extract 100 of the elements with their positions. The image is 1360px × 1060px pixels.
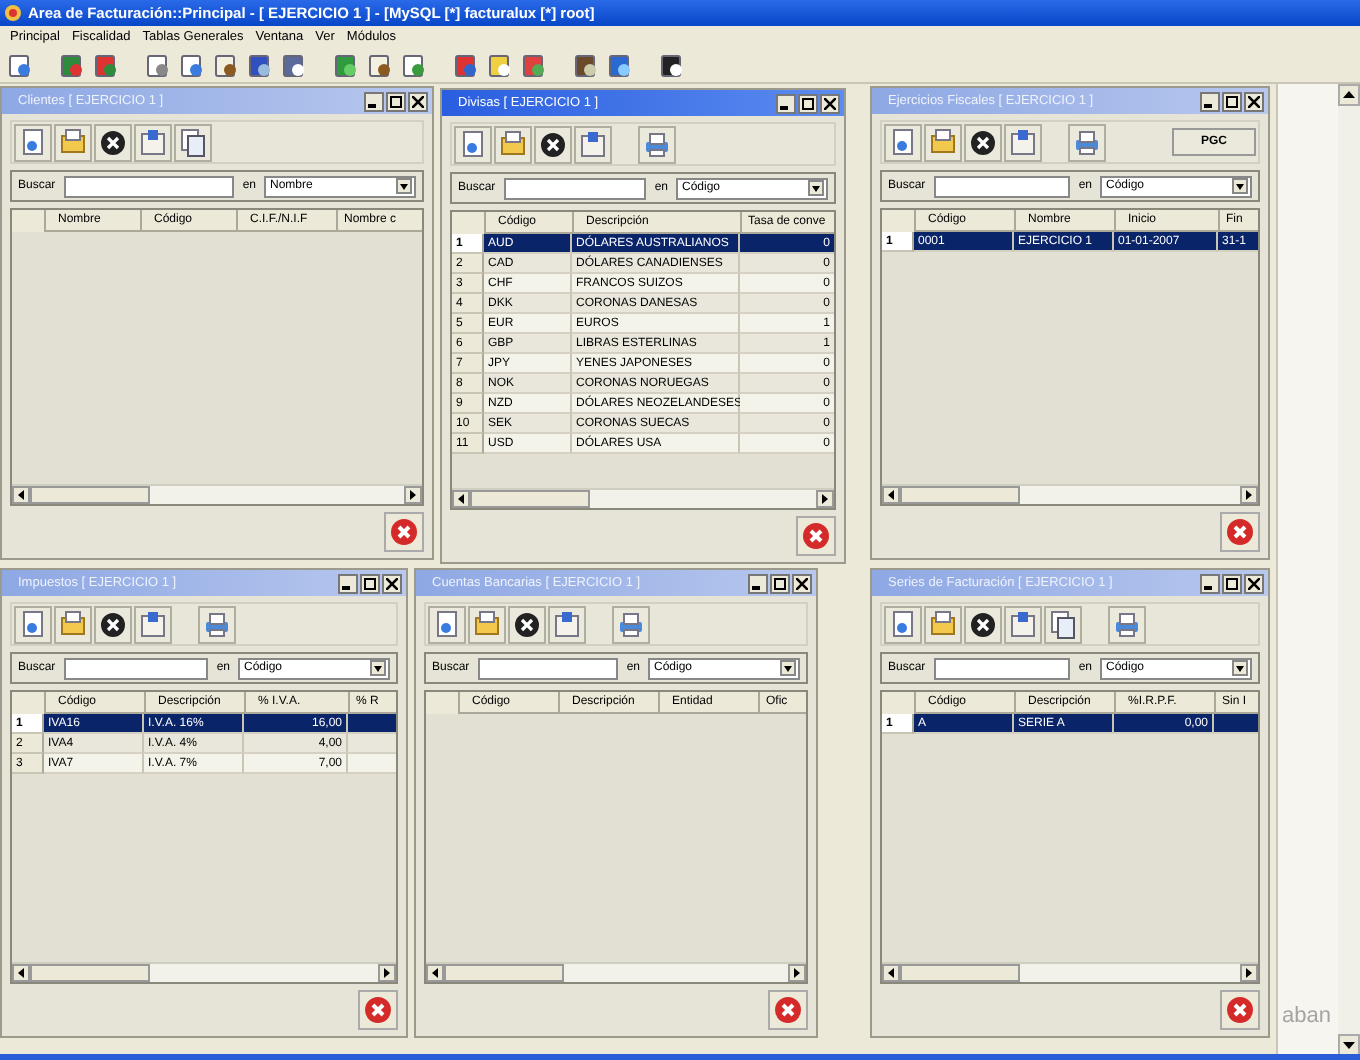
minimize-button[interactable]: [364, 91, 384, 111]
horizontal-scrollbar[interactable]: [426, 962, 806, 982]
close-button[interactable]: [792, 573, 812, 593]
search-field[interactable]: [503, 177, 647, 199]
save-record-button[interactable]: [1004, 605, 1042, 643]
scrollbar-thumb[interactable]: [900, 486, 1020, 504]
maximize-button[interactable]: [360, 573, 380, 593]
scroll-down-button[interactable]: [1338, 1034, 1360, 1054]
delete-icon: [512, 609, 542, 639]
delete-record-button[interactable]: [964, 123, 1002, 161]
new-record-button[interactable]: [884, 123, 922, 161]
close-icon: [1226, 518, 1254, 546]
delete-record-button[interactable]: [508, 605, 546, 643]
edit-record-button[interactable]: [494, 125, 532, 163]
search-field[interactable]: [477, 657, 619, 679]
scroll-left-button[interactable]: [882, 486, 900, 504]
horizontal-scrollbar[interactable]: [12, 484, 422, 504]
maximize-button[interactable]: [770, 573, 790, 593]
scrollbar-thumb[interactable]: [470, 490, 590, 508]
close-button[interactable]: [1244, 573, 1264, 593]
new-record-button[interactable]: [454, 125, 492, 163]
edit-record-button[interactable]: [468, 605, 506, 643]
scroll-right-button[interactable]: [1240, 486, 1258, 504]
minimize-button[interactable]: [776, 93, 796, 113]
scroll-left-button[interactable]: [426, 964, 444, 982]
minimize-button[interactable]: [1200, 91, 1220, 111]
scroll-left-button[interactable]: [12, 486, 30, 504]
dropdown-arrow-icon: [398, 180, 410, 192]
close-form-button[interactable]: [768, 990, 808, 1030]
horizontal-scrollbar[interactable]: [452, 488, 834, 508]
close-form-button[interactable]: [1220, 990, 1260, 1030]
minimize-button[interactable]: [748, 573, 768, 593]
close-form-button[interactable]: [796, 516, 836, 556]
close-icon: [1248, 577, 1260, 589]
scroll-right-button[interactable]: [1240, 964, 1258, 982]
scrollbar-thumb[interactable]: [30, 964, 150, 982]
copy-record-button[interactable]: [174, 123, 212, 161]
maximize-button[interactable]: [1222, 91, 1242, 111]
arrow-right-icon: [1242, 488, 1256, 502]
delete-record-button[interactable]: [534, 125, 572, 163]
print-button[interactable]: [1068, 123, 1106, 161]
print-button[interactable]: [198, 605, 236, 643]
close-button[interactable]: [382, 573, 402, 593]
scroll-right-button[interactable]: [404, 486, 422, 504]
maximize-button[interactable]: [1222, 573, 1242, 593]
scroll-up-button[interactable]: [1338, 84, 1360, 106]
scroll-left-button[interactable]: [452, 490, 470, 508]
table-cell: [348, 714, 396, 734]
minimize-button[interactable]: [1200, 573, 1220, 593]
horizontal-scrollbar[interactable]: [12, 962, 396, 982]
save-record-button[interactable]: [134, 605, 172, 643]
search-field[interactable]: [933, 175, 1071, 197]
edit-record-button[interactable]: [924, 123, 962, 161]
scroll-left-button[interactable]: [12, 964, 30, 982]
horizontal-scrollbar[interactable]: [882, 962, 1258, 982]
minimize-button[interactable]: [338, 573, 358, 593]
app-icon: [4, 4, 22, 22]
print-button[interactable]: [638, 125, 676, 163]
scroll-right-button[interactable]: [788, 964, 806, 982]
search-field[interactable]: [63, 175, 235, 197]
vertical-scrollbar[interactable]: [1338, 84, 1360, 1054]
scrollbar-thumb[interactable]: [30, 486, 150, 504]
delete-record-button[interactable]: [94, 123, 132, 161]
close-button[interactable]: [1244, 91, 1264, 111]
horizontal-scrollbar[interactable]: [882, 484, 1258, 504]
dropdown-arrow-icon: [1234, 180, 1246, 192]
close-button[interactable]: [408, 91, 428, 111]
new-record-button[interactable]: [14, 123, 52, 161]
print-button[interactable]: [612, 605, 650, 643]
search-field[interactable]: [63, 657, 209, 679]
close-form-button[interactable]: [358, 990, 398, 1030]
new-record-button[interactable]: [14, 605, 52, 643]
print-button[interactable]: [1108, 605, 1146, 643]
dropdown-arrow-icon: [1234, 662, 1246, 674]
maximize-button[interactable]: [386, 91, 406, 111]
search-field[interactable]: [933, 657, 1071, 679]
close-icon: [364, 996, 392, 1024]
save-record-button[interactable]: [548, 605, 586, 643]
close-button[interactable]: [820, 93, 840, 113]
save-record-button[interactable]: [134, 123, 172, 161]
edit-record-button[interactable]: [54, 123, 92, 161]
edit-record-button[interactable]: [924, 605, 962, 643]
close-icon: [412, 95, 424, 107]
scrollbar-thumb[interactable]: [444, 964, 564, 982]
scroll-left-button[interactable]: [882, 964, 900, 982]
save-record-button[interactable]: [574, 125, 612, 163]
maximize-button[interactable]: [798, 93, 818, 113]
edit-record-button[interactable]: [54, 605, 92, 643]
new-record-button[interactable]: [428, 605, 466, 643]
scrollbar-thumb[interactable]: [900, 964, 1020, 982]
arrow-left-icon: [428, 966, 442, 980]
copy-record-button[interactable]: [1044, 605, 1082, 643]
delete-record-button[interactable]: [964, 605, 1002, 643]
scroll-right-button[interactable]: [378, 964, 396, 982]
save-record-button[interactable]: [1004, 123, 1042, 161]
new-record-button[interactable]: [884, 605, 922, 643]
scroll-right-button[interactable]: [816, 490, 834, 508]
close-form-button[interactable]: [384, 512, 424, 552]
delete-record-button[interactable]: [94, 605, 132, 643]
close-form-button[interactable]: [1220, 512, 1260, 552]
